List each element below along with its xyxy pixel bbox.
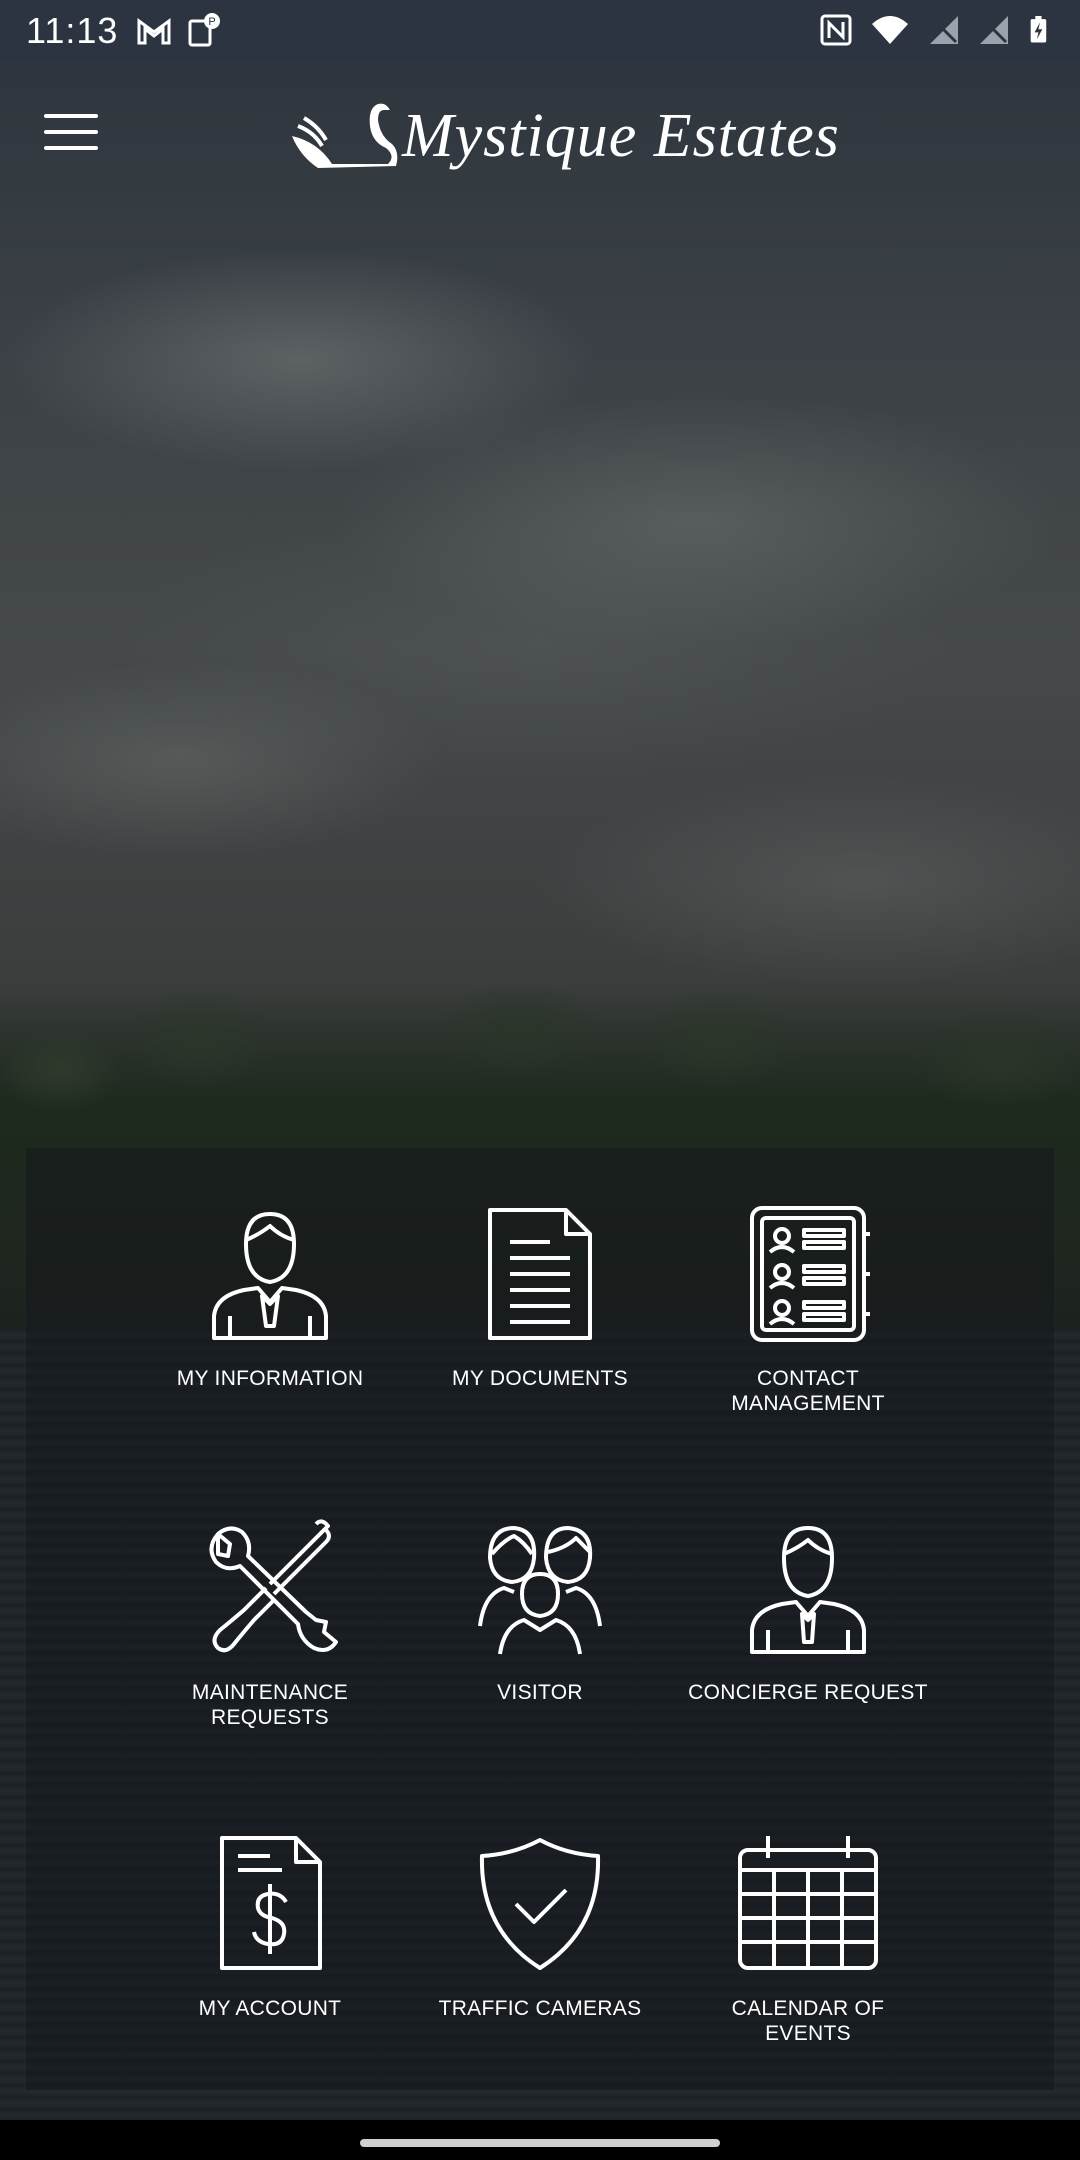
app-logo: Mystique Estates xyxy=(288,96,840,176)
concierge-person-icon xyxy=(750,1526,866,1654)
status-bar: 11:13 P xyxy=(0,0,1080,62)
menu-item-maintenance-requests[interactable]: MAINTENANCE REQUESTS xyxy=(150,1518,390,1788)
nfc-icon xyxy=(820,14,852,46)
menu-item-label: TRAFFIC CAMERAS xyxy=(438,1997,642,2020)
menu-item-label: MY DOCUMENTS xyxy=(452,1367,628,1390)
menu-item-calendar-of-events[interactable]: CALENDAR OF EVENTS xyxy=(688,1834,928,2104)
visitors-group-icon xyxy=(478,1526,602,1655)
menu-item-label: MAINTENANCE REQUESTS xyxy=(191,1681,349,1729)
invoice-dollar-icon xyxy=(220,1836,322,1970)
menu-item-my-account[interactable]: MY ACCOUNT xyxy=(150,1834,390,2104)
menu-item-label: CALENDAR OF EVENTS xyxy=(731,1997,885,2045)
menu-item-label: CONCIERGE REQUEST xyxy=(688,1681,928,1704)
menu-item-visitor[interactable]: VISITOR xyxy=(420,1518,660,1788)
menu-item-label: MY INFORMATION xyxy=(176,1367,364,1390)
person-icon xyxy=(212,1212,328,1340)
menu-item-my-information[interactable]: MY INFORMATION xyxy=(150,1204,390,1474)
document-icon xyxy=(488,1208,592,1340)
app-header: Mystique Estates xyxy=(0,62,1080,212)
menu-item-label: MY ACCOUNT xyxy=(198,1997,342,2020)
battery-charging-icon xyxy=(1030,16,1047,43)
system-nav-bar xyxy=(0,2120,1080,2160)
gmail-icon xyxy=(137,18,171,45)
no-signal-icon xyxy=(930,16,958,44)
menu-grid: MY INFORMATION MY DOCUMENTS CONTACT MANA… xyxy=(26,1148,1054,2090)
parking-icon: P xyxy=(188,13,221,47)
logo-text: Mystique Estates xyxy=(402,101,840,170)
menu-panel: MY INFORMATION MY DOCUMENTS CONTACT MANA… xyxy=(26,1148,1054,2090)
swan-icon xyxy=(292,103,398,168)
svg-text:P: P xyxy=(209,16,216,28)
menu-item-label: VISITOR xyxy=(497,1681,583,1704)
menu-item-traffic-cameras[interactable]: TRAFFIC CAMERAS xyxy=(420,1834,660,2104)
home-gesture-handle[interactable] xyxy=(360,2139,720,2147)
shield-check-icon xyxy=(479,1838,601,1970)
wifi-icon xyxy=(872,16,908,44)
menu-item-concierge-request[interactable]: CONCIERGE REQUEST xyxy=(688,1518,928,1788)
tools-icon xyxy=(209,1519,338,1653)
menu-item-label: CONTACT MANAGEMENT xyxy=(731,1367,885,1415)
menu-item-my-documents[interactable]: MY DOCUMENTS xyxy=(420,1204,660,1474)
menu-item-contact-management[interactable]: CONTACT MANAGEMENT xyxy=(688,1204,928,1474)
contacts-book-icon xyxy=(750,1206,870,1342)
status-time: 11:13 xyxy=(26,10,119,51)
hamburger-menu-icon[interactable] xyxy=(44,114,98,158)
calendar-icon xyxy=(738,1836,878,1970)
no-signal-icon xyxy=(980,16,1008,44)
